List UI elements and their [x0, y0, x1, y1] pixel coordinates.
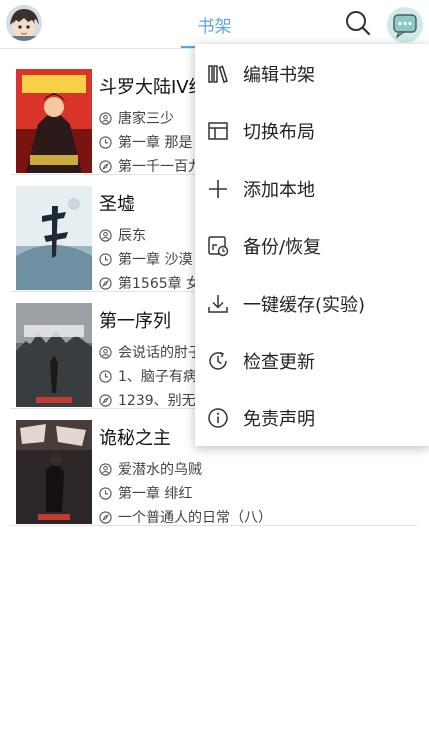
- book-last-read-text: 第一章 那是: [118, 135, 193, 151]
- chat-bubble-icon[interactable]: [385, 4, 425, 44]
- book-title: 第一序列: [99, 311, 171, 332]
- book-latest-chapter: 1239、别无选: [99, 390, 210, 410]
- books-icon: [207, 63, 229, 85]
- book-last-read-text: 第一章 沙漠: [118, 252, 193, 268]
- menu-item-edit-shelf[interactable]: 编辑书架: [195, 45, 429, 102]
- clock-icon: [99, 252, 112, 266]
- book-latest-chapter-text: 第1565章 女: [118, 276, 201, 292]
- author-icon: [99, 228, 112, 242]
- overflow-menu: 编辑书架 切换布局 添加本地 备份/恢复 一键缓存(实验) 检查更新 免责声明: [195, 44, 429, 446]
- book-latest-chapter: 一个普通人的日常（八）: [99, 507, 272, 527]
- layout-icon: [207, 120, 229, 142]
- book-author-text: 会说话的肘子: [118, 345, 202, 361]
- book-author-text: 辰东: [118, 228, 146, 244]
- author-icon: [99, 111, 112, 125]
- menu-item-disclaimer[interactable]: 免责声明: [195, 389, 429, 446]
- book-title: 诡秘之主: [99, 428, 171, 449]
- book-author: 辰东: [99, 225, 146, 245]
- plus-icon: [207, 178, 229, 200]
- update-icon: [207, 350, 229, 372]
- book-cover: [16, 69, 92, 173]
- book-author: 爱潜水的乌贼: [99, 459, 202, 479]
- menu-item-label: 免责声明: [243, 408, 315, 430]
- author-icon: [99, 462, 112, 476]
- clock-icon: [99, 135, 112, 149]
- clock-icon: [99, 369, 112, 383]
- book-last-read: 第一章 沙漠: [99, 249, 192, 269]
- compass-icon: [99, 159, 112, 173]
- top-bar: 书架: [0, 0, 429, 49]
- book-cover: [16, 303, 92, 407]
- book-author: 会说话的肘子: [99, 342, 202, 362]
- book-author-text: 爱潜水的乌贼: [118, 462, 202, 478]
- book-last-read: 第一章 绯红: [99, 483, 192, 503]
- menu-item-label: 一键缓存(实验): [243, 294, 366, 316]
- compass-icon: [99, 276, 112, 290]
- book-latest-chapter: 第一千一百九: [99, 156, 202, 176]
- book-author-text: 唐家三少: [118, 111, 174, 127]
- book-author: 唐家三少: [99, 108, 174, 128]
- book-latest-chapter: 第1565章 女: [99, 273, 200, 293]
- menu-item-switch-layout[interactable]: 切换布局: [195, 102, 429, 159]
- menu-item-label: 检查更新: [243, 351, 315, 373]
- menu-item-add-local[interactable]: 添加本地: [195, 160, 429, 217]
- divider: [10, 525, 417, 526]
- book-last-read: 第一章 那是: [99, 132, 192, 152]
- backup-icon: [207, 235, 229, 257]
- book-last-read-text: 第一章 绯红: [118, 486, 193, 502]
- book-latest-chapter-text: 一个普通人的日常（八）: [118, 510, 272, 526]
- menu-item-backup-restore[interactable]: 备份/恢复: [195, 217, 429, 274]
- book-title: 斗罗大陆IV终: [99, 77, 207, 98]
- download-icon: [207, 293, 229, 315]
- menu-item-label: 备份/恢复: [243, 236, 322, 258]
- compass-icon: [99, 510, 112, 524]
- book-last-read-text: 1、脑子有病: [118, 369, 197, 385]
- menu-item-check-update[interactable]: 检查更新: [195, 332, 429, 389]
- menu-item-cache-all[interactable]: 一键缓存(实验): [195, 275, 429, 332]
- clock-icon: [99, 486, 112, 500]
- book-last-read: 1、脑子有病: [99, 366, 197, 386]
- book-cover: [16, 186, 92, 290]
- compass-icon: [99, 393, 112, 407]
- title-underline: [181, 46, 195, 48]
- info-icon: [207, 407, 229, 429]
- author-icon: [99, 345, 112, 359]
- book-latest-chapter-text: 第一千一百九: [118, 159, 202, 175]
- book-title: 圣墟: [99, 194, 135, 215]
- menu-item-label: 编辑书架: [243, 64, 315, 86]
- search-icon[interactable]: [343, 8, 373, 38]
- book-cover: [16, 420, 92, 524]
- menu-item-label: 添加本地: [243, 179, 315, 201]
- menu-item-label: 切换布局: [243, 121, 315, 143]
